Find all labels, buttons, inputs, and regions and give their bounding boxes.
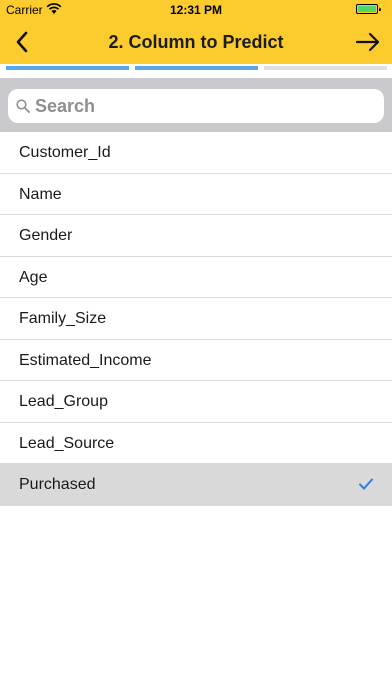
column-label: Customer_Id [19,144,111,161]
nav-bar: 2. Column to Predict [0,20,392,64]
back-button[interactable] [8,28,36,56]
status-time: 12:31 PM [169,3,223,17]
column-label: Family_Size [19,310,107,327]
progress-step-2 [135,66,258,70]
column-label: Name [19,185,62,203]
next-button[interactable] [352,28,384,56]
column-row[interactable]: Name [0,174,392,215]
column-label: Gender [19,227,73,244]
checkmark-icon [359,478,373,490]
column-row[interactable]: Purchased [0,464,392,506]
column-row[interactable]: Gender [0,215,392,257]
search-icon [16,99,30,113]
column-list: Customer_Id Name Gender Age Family_Size Estim… [0,132,392,506]
column-row[interactable]: Customer_Id [0,132,392,174]
column-label: Lead_Group [19,393,108,410]
arrow-right-icon [355,32,380,52]
search-box [8,89,384,123]
column-label: Purchased [19,476,96,493]
chevron-left-icon [16,31,28,53]
status-bar: Carrier 12:31 PM ⚡ [0,0,392,20]
charging-icon: ⚡ [376,3,389,14]
battery-icon [356,4,378,14]
step-progress [0,64,392,78]
column-label: Age [19,268,48,286]
column-row[interactable]: Age [0,257,392,298]
search-input[interactable] [35,89,375,123]
search-bar [0,78,392,132]
column-label: Estimated_Income [19,351,152,369]
progress-step-3 [264,66,387,70]
column-label: Lead_Source [19,434,115,452]
progress-step-1 [6,66,129,70]
column-row[interactable]: Lead_Group [0,381,392,423]
column-row[interactable]: Family_Size [0,298,392,340]
column-row[interactable]: Estimated_Income [0,340,392,381]
page-title: 2. Column to Predict [108,32,284,52]
column-row[interactable]: Lead_Source [0,423,392,464]
